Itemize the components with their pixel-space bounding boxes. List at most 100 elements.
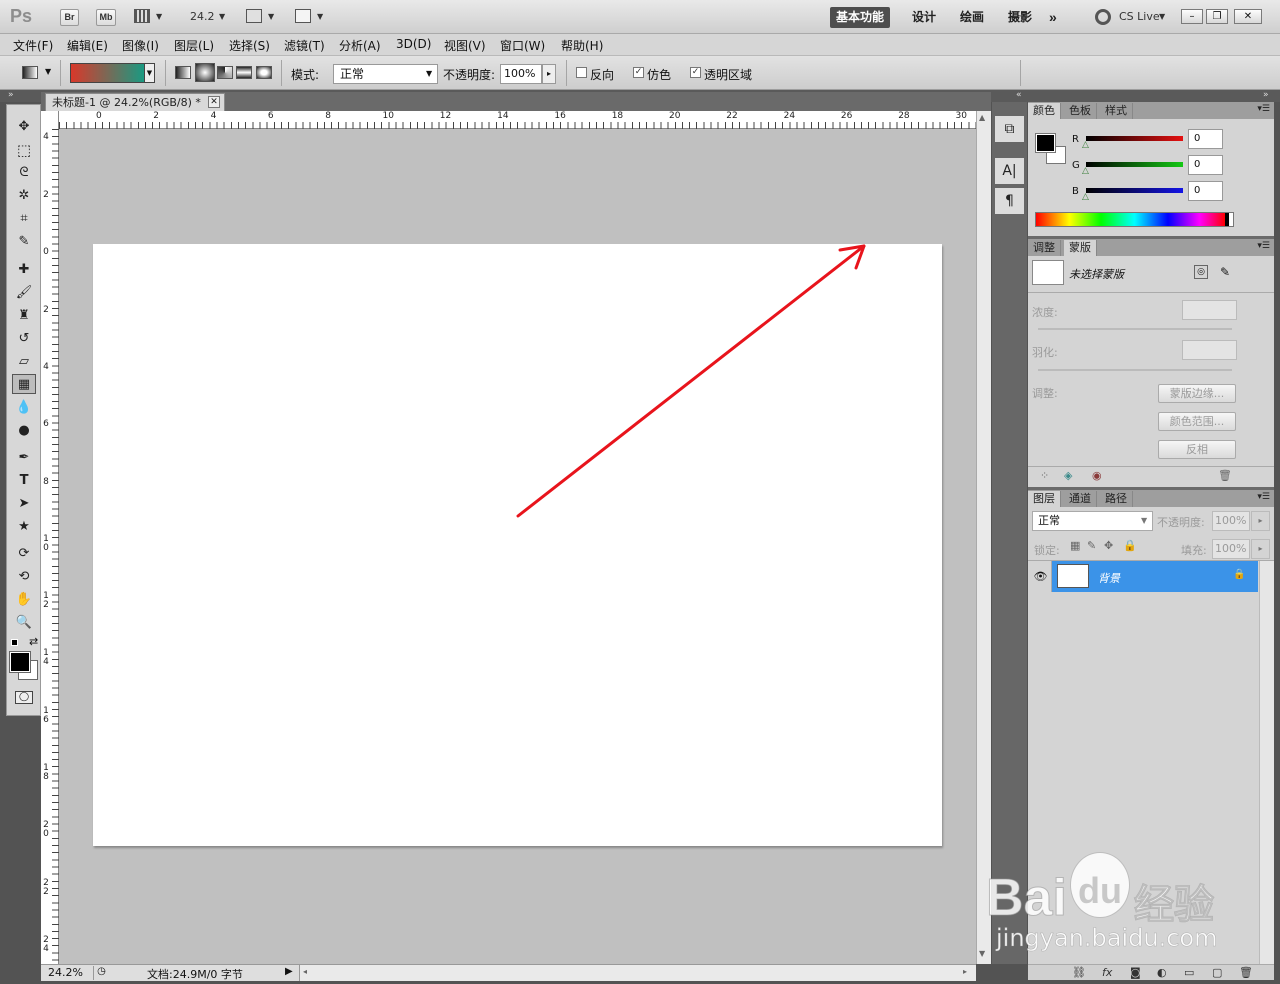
tab-swatches[interactable]: 色板 — [1064, 103, 1097, 119]
add-mask-icon[interactable]: ◙ — [1130, 966, 1141, 979]
status-zoom[interactable]: 24.2% — [48, 966, 83, 979]
workspace-essentials-button[interactable]: 基本功能 — [830, 7, 891, 28]
clone-stamp-tool-icon[interactable]: ♜ — [12, 306, 36, 326]
fx-icon[interactable]: fx — [1102, 966, 1112, 979]
type-tool-icon[interactable]: T — [12, 471, 36, 491]
gradient-picker[interactable] — [70, 63, 145, 83]
document-tab[interactable]: 未标题-1 @ 24.2%(RGB/8) * ✕ — [45, 93, 225, 111]
menu-help[interactable]: 帮助(H) — [561, 37, 603, 54]
magic-wand-tool-icon[interactable]: ✲ — [12, 186, 36, 206]
bridge-button[interactable]: Br — [60, 9, 79, 26]
radial-gradient-icon[interactable] — [195, 63, 215, 82]
collapse-icon[interactable]: « — [1016, 90, 1022, 100]
green-input[interactable]: 0 — [1188, 155, 1223, 175]
chevron-right-icon[interactable]: ▸ — [1251, 539, 1270, 559]
slider-handle-icon[interactable]: △ — [1082, 140, 1089, 150]
menu-image[interactable]: 图像(I) — [122, 37, 159, 54]
workspace-design-button[interactable]: 设计 — [906, 7, 942, 28]
horizontal-scrollbar[interactable] — [299, 965, 976, 981]
layer-name[interactable]: 背景 — [1098, 570, 1120, 586]
panel-menu-icon[interactable]: ▾☰ — [1257, 104, 1270, 114]
cs-live-menu[interactable]: CS Live — [1119, 10, 1160, 23]
menu-view[interactable]: 视图(V) — [444, 37, 486, 54]
reflected-gradient-icon[interactable] — [236, 66, 252, 79]
3d-orbit-tool-icon[interactable]: ⟲ — [12, 567, 36, 587]
ruler-origin[interactable] — [41, 111, 59, 129]
chevron-down-icon[interactable]: ▼ — [45, 67, 51, 76]
chevron-down-icon[interactable]: ▼ — [144, 63, 155, 83]
tab-styles[interactable]: 样式 — [1100, 103, 1133, 119]
quick-mask-icon[interactable]: ◯ — [15, 691, 33, 704]
eyedropper-tool-icon[interactable]: ✎ — [12, 232, 36, 252]
pen-tool-icon[interactable]: ✒ — [12, 448, 36, 468]
expand-icon[interactable]: » — [8, 90, 14, 100]
density-input[interactable] — [1182, 300, 1237, 320]
tab-paths[interactable]: 路径 — [1100, 491, 1133, 507]
eraser-tool-icon[interactable]: ▱ — [12, 352, 36, 372]
layers-scrollbar[interactable] — [1259, 561, 1274, 964]
3d-rotate-tool-icon[interactable]: ⟳ — [12, 544, 36, 564]
zoom-tool-icon[interactable]: 🔍 — [12, 613, 36, 633]
document-canvas[interactable] — [93, 244, 942, 846]
new-group-icon[interactable]: ▭ — [1184, 966, 1194, 979]
tab-masks[interactable]: 蒙版 — [1064, 240, 1097, 256]
blend-mode-select[interactable]: 正常 — [1032, 511, 1153, 531]
default-colors-icon[interactable] — [11, 639, 18, 646]
foreground-color-swatch[interactable] — [9, 651, 31, 673]
lock-pixels-icon[interactable]: ✎ — [1087, 539, 1096, 552]
status-menu-icon[interactable]: ▶ — [285, 966, 293, 977]
linear-gradient-icon[interactable] — [175, 66, 191, 79]
color-range-button[interactable]: 颜色范围... — [1158, 412, 1236, 431]
opacity-input[interactable]: 100% — [500, 64, 542, 84]
workspace-painting-button[interactable]: 绘画 — [954, 7, 990, 28]
status-doc-icon[interactable]: ◷ — [93, 966, 109, 980]
history-panel-icon[interactable]: ⧉ — [995, 116, 1024, 142]
invert-button[interactable]: 反相 — [1158, 440, 1236, 459]
chevron-right-icon[interactable]: ▸ — [542, 64, 556, 84]
mode-select[interactable]: 正常 — [333, 64, 438, 84]
chevron-down-icon[interactable]: ▼ — [156, 12, 162, 21]
apply-mask-icon[interactable]: ◈ — [1064, 469, 1072, 482]
character-panel-icon[interactable]: A| — [995, 158, 1024, 184]
restore-button[interactable]: ❐ — [1206, 9, 1228, 24]
transparency-checkbox[interactable]: ✓ — [690, 67, 701, 78]
scroll-right-icon[interactable]: ▸ — [963, 967, 967, 976]
color-spectrum-bar[interactable] — [1035, 212, 1234, 227]
blur-tool-icon[interactable]: 💧 — [12, 398, 36, 418]
lock-transparent-icon[interactable]: ▦ — [1070, 539, 1080, 552]
brush-tool-icon[interactable]: 🖌 — [12, 283, 36, 303]
delete-layer-icon[interactable]: 🗑 — [1239, 966, 1253, 979]
crop-tool-icon[interactable]: ⌗ — [12, 209, 36, 229]
tab-channels[interactable]: 通道 — [1064, 491, 1097, 507]
density-slider[interactable] — [1038, 328, 1232, 330]
scroll-up-icon[interactable]: ▲ — [979, 113, 985, 122]
eye-icon[interactable]: 👁 — [1030, 561, 1052, 592]
history-brush-tool-icon[interactable]: ↺ — [12, 329, 36, 349]
panel-menu-icon[interactable]: ▾☰ — [1257, 492, 1270, 502]
vector-mask-icon[interactable]: ✎ — [1220, 265, 1230, 279]
tab-adjustments[interactable]: 调整 — [1028, 240, 1061, 256]
load-selection-icon[interactable]: ⁘ — [1040, 469, 1049, 482]
blue-slider[interactable] — [1086, 188, 1183, 193]
dodge-tool-icon[interactable]: ● — [12, 421, 36, 441]
red-input[interactable]: 0 — [1188, 129, 1223, 149]
layer-opacity-input[interactable]: 100% — [1212, 511, 1250, 531]
menu-file[interactable]: 文件(F) — [13, 37, 53, 54]
menu-edit[interactable]: 编辑(E) — [67, 37, 108, 54]
slider-handle-icon[interactable]: △ — [1082, 192, 1089, 202]
diamond-gradient-icon[interactable] — [256, 66, 272, 79]
chevron-down-icon[interactable]: ▼ — [317, 12, 323, 21]
marquee-tool-icon[interactable]: ⬚ — [12, 140, 36, 160]
red-slider[interactable] — [1086, 136, 1183, 141]
dither-checkbox[interactable]: ✓ — [633, 67, 644, 78]
minimize-button[interactable]: – — [1181, 9, 1203, 24]
chevron-right-icon[interactable]: ▸ — [1251, 511, 1270, 531]
zoom-level[interactable]: 24.2 — [190, 10, 215, 23]
new-layer-icon[interactable]: ▢ — [1212, 966, 1222, 979]
scroll-down-icon[interactable]: ▼ — [979, 949, 985, 958]
feather-input[interactable] — [1182, 340, 1237, 360]
menu-layer[interactable]: 图层(L) — [174, 37, 214, 54]
mask-edge-button[interactable]: 蒙版边缘... — [1158, 384, 1236, 403]
layer-row[interactable]: 👁 背景 🔒 — [1030, 561, 1258, 592]
lasso-tool-icon[interactable]: ᘓ — [12, 163, 36, 183]
